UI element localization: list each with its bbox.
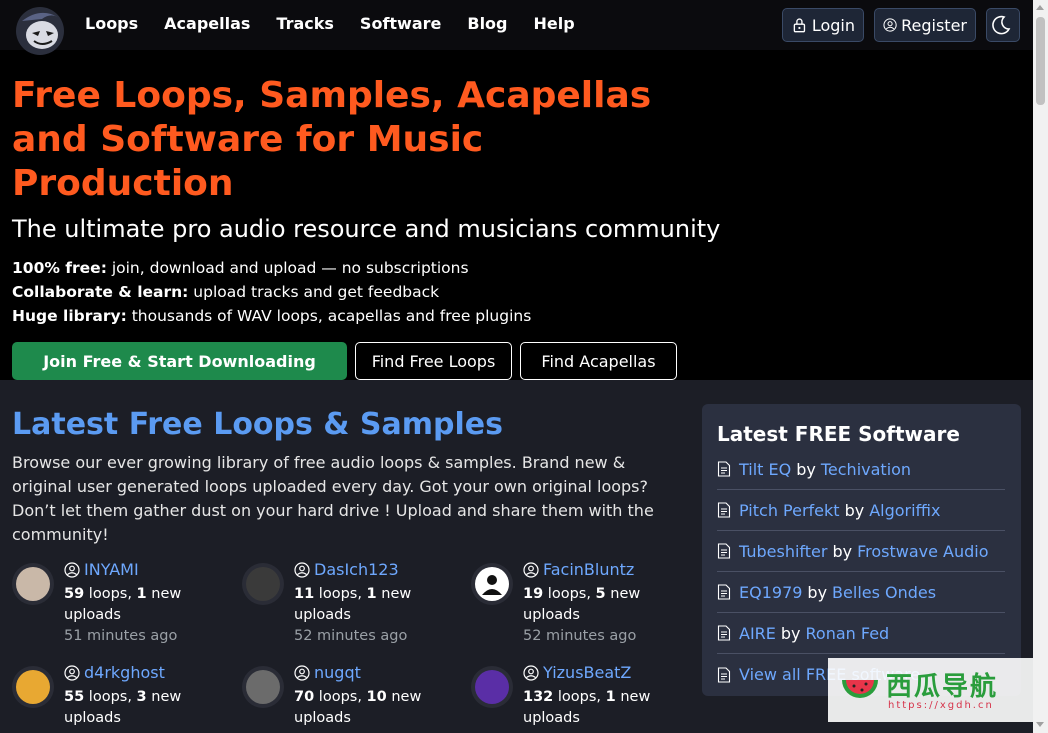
nav-help[interactable]: Help <box>534 14 575 33</box>
software-maker-link[interactable]: Belles Ondes <box>832 583 936 602</box>
free-software-title: Latest FREE Software <box>717 422 960 446</box>
hero-title: Free Loops, Samples, Acapellas and Softw… <box>12 75 652 204</box>
register-button[interactable]: Register <box>874 8 976 42</box>
username-link[interactable]: FacinBluntz <box>523 560 634 579</box>
software-link[interactable]: EQ1979 <box>739 583 802 602</box>
username-link[interactable]: nugqt <box>294 663 361 682</box>
username-link[interactable]: YizusBeatZ <box>523 663 631 682</box>
user-circle-icon <box>64 664 80 681</box>
software-maker-link[interactable]: Techivation <box>821 460 911 479</box>
top-navbar: Loops Acapellas Tracks Software Blog Hel… <box>0 0 1033 55</box>
default-user-icon <box>482 575 502 595</box>
avatar[interactable] <box>471 563 513 605</box>
user-stats: 59 loops, 1 new uploads 51 minutes ago <box>64 586 182 644</box>
watermark: 西瓜导航 https://xgdh.cn <box>828 658 1033 722</box>
avatar[interactable] <box>471 666 513 708</box>
software-item: AIRE by Ronan Fed <box>717 613 1005 654</box>
hero-point: Collaborate & learn: upload tracks and g… <box>12 283 440 301</box>
document-icon <box>717 625 731 641</box>
login-button[interactable]: Login <box>782 8 864 42</box>
watermelon-logo-icon <box>842 680 878 698</box>
avatar[interactable] <box>242 563 284 605</box>
user-stats: 55 loops, 3 new uploads <box>64 689 182 726</box>
find-loops-button[interactable]: Find Free Loops <box>355 342 512 380</box>
software-item: Tilt EQ by Techivation <box>717 449 1005 490</box>
software-link[interactable]: Pitch Perfekt <box>739 501 840 520</box>
hero-subtitle: The ultimate pro audio resource and musi… <box>12 215 721 243</box>
moon-icon <box>992 15 1011 35</box>
nav-blog[interactable]: Blog <box>467 14 507 33</box>
username-link[interactable]: INYAMI <box>64 560 139 579</box>
software-link[interactable]: Tubeshifter <box>739 542 827 561</box>
username-link[interactable]: DasIch123 <box>294 560 399 579</box>
nav-acapellas[interactable]: Acapellas <box>164 14 250 33</box>
hero-point: Huge library: thousands of WAV loops, ac… <box>12 307 532 325</box>
user-stats: 11 loops, 1 new uploads 52 minutes ago <box>294 586 412 644</box>
watermark-text: 西瓜导航 <box>886 672 999 702</box>
software-maker-link[interactable]: Frostwave Audio <box>857 542 988 561</box>
software-item: EQ1979 by Belles Ondes <box>717 572 1005 613</box>
nav-software[interactable]: Software <box>360 14 441 33</box>
free-software-panel: Latest FREE Software Tilt EQ by Techivatio… <box>702 404 1021 696</box>
software-link[interactable]: AIRE <box>739 624 776 643</box>
user-circle-icon <box>64 561 80 578</box>
theme-toggle-button[interactable] <box>986 8 1020 42</box>
user-circle-icon <box>523 664 539 681</box>
avatar[interactable] <box>12 563 54 605</box>
user-stats: 19 loops, 5 new uploads 52 minutes ago <box>523 586 641 644</box>
join-free-button[interactable]: Join Free & Start Downloading <box>12 342 347 380</box>
username-link[interactable]: d4rkghost <box>64 663 165 682</box>
scroll-up-arrow-icon[interactable] <box>1036 5 1044 10</box>
login-label: Login <box>811 15 855 35</box>
latest-loops-description: Browse our ever growing library of free … <box>12 453 654 544</box>
site-logo-icon[interactable] <box>12 3 68 59</box>
nav-loops[interactable]: Loops <box>85 14 138 33</box>
user-circle-icon <box>523 561 539 578</box>
document-icon <box>717 543 731 559</box>
avatar[interactable] <box>12 666 54 708</box>
scroll-down-arrow-icon[interactable] <box>1036 722 1044 727</box>
software-link[interactable]: Tilt EQ <box>739 460 791 479</box>
user-circle-icon <box>294 561 310 578</box>
software-maker-link[interactable]: Ronan Fed <box>806 624 890 643</box>
user-stats: 70 loops, 10 new uploads <box>294 689 422 726</box>
watermark-url: https://xgdh.cn <box>888 700 994 711</box>
scrollbar[interactable] <box>1033 0 1048 733</box>
find-acapellas-button[interactable]: Find Acapellas <box>520 342 677 380</box>
document-icon <box>717 502 731 518</box>
software-item: Pitch Perfekt by Algoriffix <box>717 490 1005 531</box>
software-item: Tubeshifter by Frostwave Audio <box>717 531 1005 572</box>
document-icon <box>717 461 731 477</box>
register-label: Register <box>901 15 967 35</box>
software-maker-link[interactable]: Algoriffix <box>869 501 940 520</box>
scroll-thumb[interactable] <box>1036 17 1045 105</box>
user-stats: 132 loops, 1 new uploads <box>523 689 651 726</box>
user-circle-icon <box>883 18 897 32</box>
document-icon <box>717 584 731 600</box>
user-circle-icon <box>294 664 310 681</box>
hero-point: 100% free: join, download and upload — n… <box>12 259 469 277</box>
latest-loops-title[interactable]: Latest Free Loops & Samples <box>12 407 503 442</box>
lock-icon <box>793 18 806 33</box>
avatar[interactable] <box>242 666 284 708</box>
nav-tracks[interactable]: Tracks <box>276 14 334 33</box>
document-icon <box>717 666 731 683</box>
hero-points: 100% free: join, download and upload — n… <box>12 256 531 328</box>
